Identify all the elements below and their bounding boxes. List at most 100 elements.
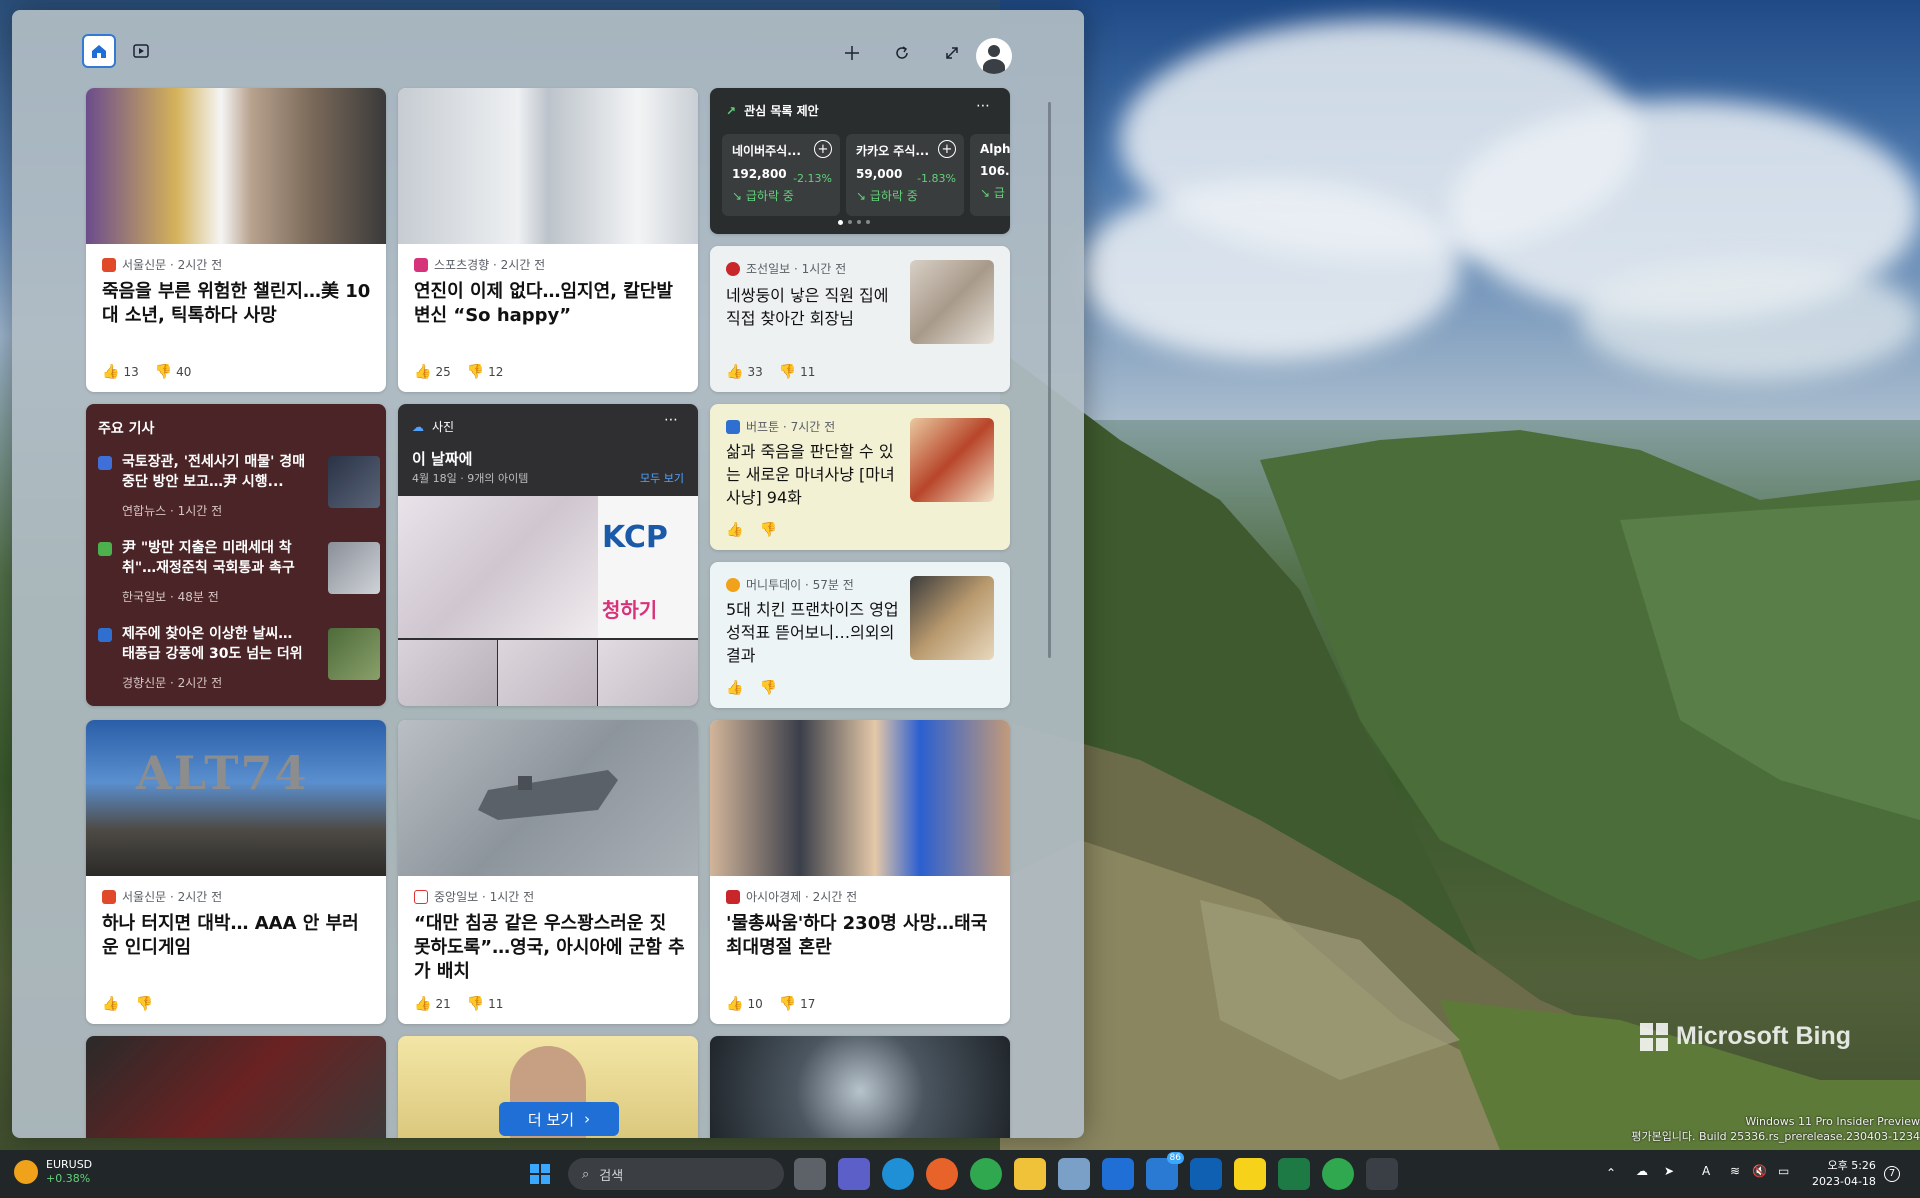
news-card[interactable]: 조선일보 · 1시간 전 네쌍둥이 낳은 직원 집에 직접 찾아간 회장님 👍 3…: [710, 246, 1010, 392]
photo-thumb[interactable]: [498, 640, 597, 706]
dislike-button[interactable]: 👎: [135, 996, 152, 1012]
dislike-button[interactable]: 👎 40: [155, 364, 192, 380]
chrome-alt-icon[interactable]: [1322, 1158, 1354, 1190]
see-more-button[interactable]: 더 보기 ›: [499, 1102, 619, 1136]
more-options-icon[interactable]: ⋯: [976, 98, 990, 114]
news-card[interactable]: 스포츠경향 · 2시간 전 연진이 이제 없다…임지연, 칼단발 변신 “So …: [398, 88, 698, 392]
clock[interactable]: 오후 5:26 2023-04-18: [1812, 1158, 1876, 1190]
watchlist-title: ↗ 관심 목록 제안: [726, 103, 819, 119]
video-icon[interactable]: [124, 34, 158, 68]
photos-title: 이 날짜에: [412, 450, 473, 468]
onedrive-icon[interactable]: ☁: [1636, 1164, 1648, 1178]
dislike-button[interactable]: 👎: [759, 522, 776, 538]
edge-icon[interactable]: [882, 1158, 914, 1190]
like-button[interactable]: 👍: [102, 996, 119, 1012]
stock-tile[interactable]: 카카오 주식... 59,000 -1.83% ↘ 급하락 중 +: [846, 134, 964, 216]
notification-badge[interactable]: 7: [1884, 1166, 1900, 1182]
news-card[interactable]: [86, 1036, 386, 1138]
news-card[interactable]: 머니투데이 · 57분 전 5대 치킨 프랜차이즈 영업 성적표 뜯어보니…의외…: [710, 562, 1010, 708]
news-headline: “대만 침공 같은 우스꽝스러운 짓 못하도록”…영국, 아시아에 군함 추가 …: [414, 913, 685, 982]
see-all-link[interactable]: 모두 보기: [640, 470, 684, 486]
start-icon[interactable]: [524, 1158, 556, 1190]
news-card[interactable]: 아시아경제 · 2시간 전 '물총싸움'하다 230명 사망…태국 최대명절 혼…: [710, 720, 1010, 1024]
news-source: 중앙일보 · 1시간 전: [414, 888, 534, 905]
top-stories-card[interactable]: 주요 기사 국토장관, '전세사기 매물' 경매중단 방안 보고…尹 시행...…: [86, 404, 386, 706]
news-thumbnail: [910, 418, 994, 502]
news-source: 스포츠경향 · 2시간 전: [414, 256, 545, 273]
plus-icon[interactable]: [835, 36, 869, 70]
scrollbar[interactable]: [1048, 102, 1051, 658]
profile-icon[interactable]: [976, 38, 1012, 74]
ime-icon[interactable]: A: [1702, 1164, 1710, 1178]
excel-icon[interactable]: [1278, 1158, 1310, 1190]
home-icon[interactable]: [82, 34, 116, 68]
add-stock-icon[interactable]: +: [814, 140, 832, 158]
photos-card[interactable]: ☁ 사진 ⋯ 이 날짜에 4월 18일 · 9개의 아이템 모두 보기 KCP 청…: [398, 404, 698, 706]
windows-watermark: Windows 11 Pro Insider Preview 평가본입니다. B…: [1631, 1115, 1920, 1143]
dislike-button[interactable]: 👎 11: [779, 364, 816, 380]
calendar-icon[interactable]: 86: [1146, 1152, 1184, 1190]
taskbar: EURUSD +0.38% ⌕ 검색 86 ⌃ ☁ ➤ A ≋ 🔇 ▭ 오후 5…: [0, 1150, 1920, 1198]
send-icon[interactable]: ➤: [1664, 1164, 1674, 1178]
terminal-icon[interactable]: [1366, 1158, 1398, 1190]
photo-main[interactable]: [398, 496, 598, 638]
battery-icon[interactable]: ▭: [1778, 1164, 1789, 1178]
story-thumbnail: [328, 542, 380, 594]
outlook-icon[interactable]: [1190, 1158, 1222, 1190]
carousel-dots: [838, 220, 870, 225]
add-stock-icon[interactable]: +: [938, 140, 956, 158]
expand-icon[interactable]: [935, 36, 969, 70]
top-story-item[interactable]: 국토장관, '전세사기 매물' 경매중단 방안 보고…尹 시행... 연합뉴스 …: [98, 452, 380, 536]
dislike-button[interactable]: 👎 11: [467, 996, 504, 1012]
market-icon: [14, 1160, 38, 1184]
dislike-button[interactable]: 👎 12: [467, 364, 504, 380]
news-image: ALT74: [86, 720, 386, 876]
news-card[interactable]: [710, 1036, 1010, 1138]
news-card[interactable]: ALT74 서울신문 · 2시간 전 하나 터지면 대박… AAA 안 부러운 …: [86, 720, 386, 1024]
more-options-icon[interactable]: ⋯: [664, 412, 678, 428]
like-button[interactable]: 👍: [726, 522, 743, 538]
dislike-button[interactable]: 👎 17: [779, 996, 816, 1012]
store-icon[interactable]: [1058, 1158, 1090, 1190]
like-button[interactable]: 👍: [726, 680, 743, 696]
news-card[interactable]: 버프툰 · 7시간 전 삶과 죽음을 판단할 수 있는 새로운 마녀사냥 [마녀…: [710, 404, 1010, 550]
news-headline: 삶과 죽음을 판단할 수 있는 새로운 마녀사냥 [마녀사냥] 94화: [726, 442, 895, 507]
file-explorer-icon[interactable]: [1014, 1158, 1046, 1190]
stock-tile[interactable]: 네이버주식... 192,800 -2.13% ↘ 급하락 중 +: [722, 134, 840, 216]
news-headline: 하나 터지면 대박… AAA 안 부러운 인디게임: [102, 913, 359, 958]
news-card[interactable]: 중앙일보 · 1시간 전 “대만 침공 같은 우스꽝스러운 짓 못하도록”…영국…: [398, 720, 698, 1024]
watchlist-card[interactable]: ↗ 관심 목록 제안 ⋯ 네이버주식... 192,800 -2.13% ↘ 급하…: [710, 88, 1010, 234]
like-button[interactable]: 👍 21: [414, 996, 451, 1012]
top-story-item[interactable]: 제주에 찾아온 이상한 날씨… 태풍급 강풍에 30도 넘는 더위 경향신문 ·…: [98, 624, 380, 706]
like-button[interactable]: 👍 13: [102, 364, 139, 380]
kakaotalk-icon[interactable]: [1234, 1158, 1266, 1190]
stock-tile[interactable]: Alpha 106.4 ↘ 급: [970, 134, 1010, 216]
like-button[interactable]: 👍 33: [726, 364, 763, 380]
mail-icon[interactable]: [1102, 1158, 1134, 1190]
wifi-icon[interactable]: ≋: [1730, 1164, 1740, 1178]
like-button[interactable]: 👍 25: [414, 364, 451, 380]
task-view-icon[interactable]: [794, 1158, 826, 1190]
volume-icon[interactable]: 🔇: [1752, 1164, 1767, 1178]
photos-subtitle: 4월 18일 · 9개의 아이템: [412, 472, 529, 485]
dislike-button[interactable]: 👎: [759, 680, 776, 696]
photo-thumb[interactable]: [598, 640, 698, 706]
news-card[interactable]: 서울신문 · 2시간 전 죽음을 부른 위험한 챌린지…美 10대 소년, 틱톡…: [86, 88, 386, 392]
firefox-icon[interactable]: [926, 1158, 958, 1190]
news-source: 조선일보 · 1시간 전: [726, 260, 846, 277]
news-headline: 5대 치킨 프랜차이즈 영업 성적표 뜯어보니…의외의 결과: [726, 600, 899, 665]
chrome-icon[interactable]: [970, 1158, 1002, 1190]
refresh-icon[interactable]: [885, 36, 919, 70]
microsoft-bing-logo: Microsoft Bing: [1640, 1022, 1851, 1051]
top-story-item[interactable]: 尹 "방만 지출은 미래세대 착취"…재정준칙 국회통과 촉구 한국일보 · 4…: [98, 538, 380, 622]
like-button[interactable]: 👍 10: [726, 996, 763, 1012]
news-image: [710, 720, 1010, 876]
reactions: 👍 33 👎 11: [726, 364, 815, 380]
teams-icon[interactable]: [838, 1158, 870, 1190]
search-box[interactable]: ⌕ 검색: [568, 1158, 784, 1190]
photo-side[interactable]: KCP 청하기: [598, 496, 698, 638]
cloud-icon: ☁: [412, 419, 424, 434]
chevron-up-icon[interactable]: ⌃: [1606, 1166, 1616, 1180]
market-widget[interactable]: EURUSD +0.38%: [14, 1158, 92, 1186]
photo-thumb[interactable]: [398, 640, 497, 706]
